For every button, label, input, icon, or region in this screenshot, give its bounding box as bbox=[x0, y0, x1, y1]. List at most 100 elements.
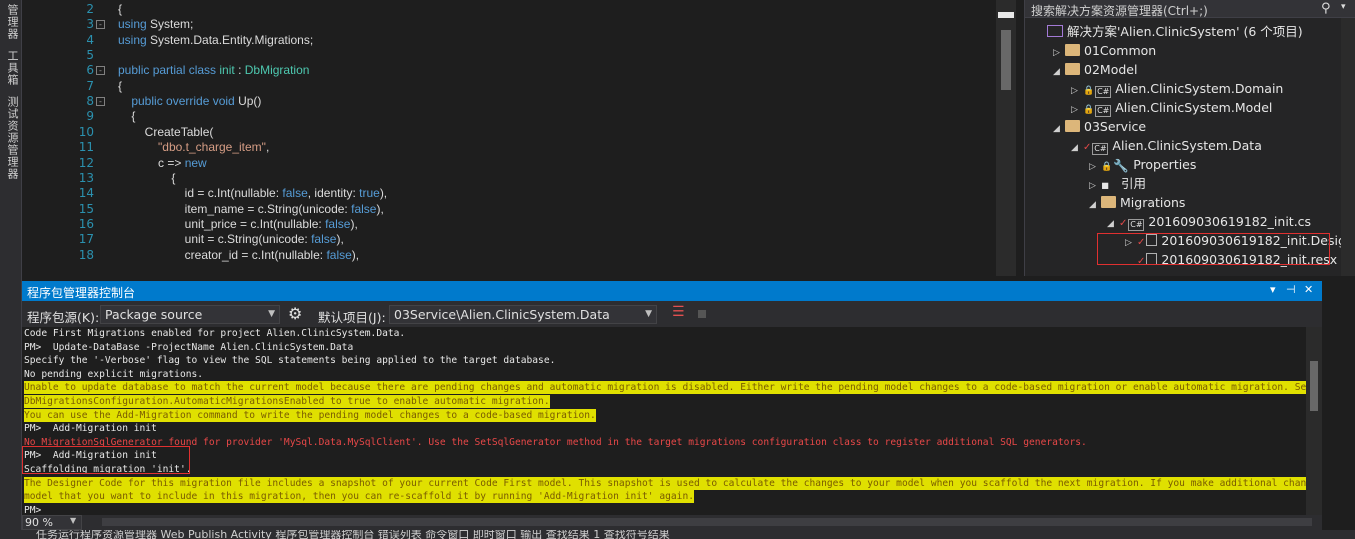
code-token: public override void bbox=[118, 94, 239, 109]
collapse-arrow-icon[interactable]: ◢ bbox=[1089, 196, 1101, 215]
code-editor[interactable]: 2{3- using System; 4 using System.Data.Enti… bbox=[22, 0, 1022, 276]
clear-console-icon[interactable]: ☰ bbox=[672, 304, 685, 320]
close-icon[interactable]: ✕ bbox=[1304, 283, 1313, 296]
tree-node[interactable]: ◢ 03Service bbox=[1053, 117, 1146, 136]
tree-node[interactable]: ▷ 01Common bbox=[1053, 41, 1156, 60]
line-number: 2 bbox=[86, 2, 94, 16]
fold-toggle-icon[interactable]: - bbox=[96, 97, 105, 107]
collapse-arrow-icon[interactable]: ◢ bbox=[1053, 63, 1065, 82]
code-line[interactable]: 17 unit = c.String(unicode: false), bbox=[22, 232, 997, 247]
line-number: 14 bbox=[78, 186, 94, 201]
fold-toggle-icon[interactable]: - bbox=[96, 66, 105, 76]
tree-node[interactable]: ▷ 🔒🔧 Properties bbox=[1089, 155, 1196, 174]
code-line[interactable]: 13 { bbox=[22, 171, 997, 186]
gear-icon[interactable]: ⚙ bbox=[288, 304, 302, 323]
default-project-select[interactable]: 03Service\Alien.ClinicSystem.Data ▼ bbox=[389, 305, 657, 324]
highlight-box bbox=[1097, 233, 1330, 265]
code-line[interactable]: 18 creator_id = c.Int(nullable: false), bbox=[22, 248, 997, 263]
code-line[interactable]: 16 unit_price = c.Int(nullable: false), bbox=[22, 217, 997, 232]
search-icon[interactable]: ⚲ bbox=[1321, 1, 1331, 16]
console-vertical-scrollbar[interactable] bbox=[1306, 327, 1322, 515]
code-text: unit_price = c.Int(nullable: false), bbox=[118, 217, 358, 232]
console-warning-line: model that you want to include in this m… bbox=[24, 490, 695, 504]
tab-server-manager[interactable]: 管理器 bbox=[2, 4, 20, 40]
checked-out-icon: ✓ bbox=[1083, 142, 1092, 153]
folder-icon bbox=[1065, 44, 1080, 56]
tree-node[interactable]: ◢ Migrations bbox=[1089, 193, 1185, 212]
chevron-down-icon[interactable]: ▼ bbox=[70, 516, 76, 525]
line-number: 11 bbox=[78, 140, 94, 155]
code-line[interactable]: 12 c => new bbox=[22, 156, 997, 171]
collapse-arrow-icon[interactable]: ◢ bbox=[1107, 215, 1119, 234]
tree-node-label: 解决方案'Alien.ClinicSystem' (6 个项目) bbox=[1067, 24, 1303, 39]
window-menu-icon[interactable]: ▾ bbox=[1270, 283, 1276, 296]
tree-node[interactable]: ▷ 🔒 C# Alien.ClinicSystem.Model bbox=[1071, 98, 1272, 117]
tab-toolbox[interactable]: 工具箱 bbox=[2, 50, 20, 86]
code-line[interactable]: 10 CreateTable( bbox=[22, 125, 997, 140]
console-line: PM> Update-DataBase -ProjectName Alien.C… bbox=[24, 341, 354, 353]
code-line[interactable]: 15 item_name = c.String(unicode: false), bbox=[22, 202, 997, 217]
tree-node[interactable]: ◢ 02Model bbox=[1053, 60, 1137, 79]
left-tool-strip: 管理器 工具箱 测试资源管理器 bbox=[0, 0, 22, 530]
editor-scroll-thumb[interactable] bbox=[1001, 30, 1011, 90]
tree-node[interactable]: ◢ ✓ C# 201609030619182_init.cs bbox=[1107, 212, 1311, 231]
code-line[interactable]: 11 "dbo.t_charge_item", bbox=[22, 140, 997, 155]
code-text: using System.Data.Entity.Migrations; bbox=[118, 33, 313, 48]
code-text: c => new bbox=[118, 156, 207, 171]
tree-node[interactable]: 解决方案'Alien.ClinicSystem' (6 个项目) bbox=[1035, 22, 1303, 41]
pmc-title: 程序包管理器控制台 bbox=[27, 286, 136, 300]
code-line[interactable]: 9 { bbox=[22, 109, 997, 124]
line-number: 13 bbox=[78, 170, 94, 185]
bottom-tool-tabs: 任务运行程序资源管理器 Web Publish Activity 程序包管理器控… bbox=[0, 530, 1355, 539]
solution-vertical-scrollbar[interactable] bbox=[1341, 18, 1355, 276]
code-line[interactable]: 4 using System.Data.Entity.Migrations; bbox=[22, 33, 997, 48]
editor-vertical-scrollbar[interactable] bbox=[996, 0, 1016, 276]
highlight-box bbox=[22, 446, 190, 474]
code-line[interactable]: 5 bbox=[22, 48, 997, 63]
line-number: 16 bbox=[78, 216, 94, 231]
console-line: PM> bbox=[24, 504, 42, 515]
fold-toggle-icon[interactable]: - bbox=[96, 20, 105, 30]
line-number: 4 bbox=[86, 32, 94, 47]
collapse-arrow-icon[interactable]: ◢ bbox=[1071, 139, 1083, 158]
console-horizontal-scrollbar[interactable] bbox=[102, 518, 1312, 526]
lock-icon: 🔒 bbox=[1101, 162, 1113, 172]
chevron-down-icon[interactable]: ▾ bbox=[1341, 2, 1346, 12]
collapse-arrow-icon[interactable]: ◢ bbox=[1053, 120, 1065, 139]
code-line[interactable]: 8- public override void Up() bbox=[22, 94, 997, 109]
code-line[interactable]: 7{ bbox=[22, 79, 997, 94]
code-text: unit = c.String(unicode: false), bbox=[118, 232, 344, 247]
pin-icon[interactable]: ⊣ bbox=[1286, 283, 1296, 296]
console-output[interactable]: Code First Migrations enabled for projec… bbox=[22, 327, 1322, 515]
code-token: init bbox=[219, 63, 235, 78]
tree-node[interactable]: ◢ ✓ C# Alien.ClinicSystem.Data bbox=[1071, 136, 1262, 155]
tree-node[interactable]: ▷ ▪ 引用 bbox=[1089, 174, 1146, 193]
code-token: CreateTable( bbox=[118, 124, 214, 139]
solution-search-input[interactable]: 搜索解决方案资源管理器(Ctrl+;) bbox=[1031, 2, 1208, 19]
line-number: 5 bbox=[86, 48, 94, 63]
code-token: { bbox=[118, 78, 123, 93]
tree-node-label: Migrations bbox=[1120, 195, 1186, 210]
package-source-select[interactable]: Package source ▼ bbox=[100, 305, 280, 324]
code-token: DbMigration bbox=[244, 63, 310, 78]
tab-test-explorer[interactable]: 测试资源管理器 bbox=[2, 96, 20, 180]
code-token: false bbox=[351, 201, 377, 216]
code-line[interactable]: 6- public partial class init : DbMigratio… bbox=[22, 63, 997, 78]
line-number: 7 bbox=[86, 78, 94, 93]
tree-node[interactable]: ▷ 🔒 C# Alien.ClinicSystem.Domain bbox=[1071, 79, 1283, 98]
console-line: Specify the '-Verbose' flag to view the … bbox=[24, 355, 556, 367]
solution-search-box[interactable]: 搜索解决方案资源管理器(Ctrl+;) ⚲ ▾ bbox=[1025, 0, 1355, 18]
code-line[interactable]: 2{ bbox=[22, 2, 997, 17]
tree-node-label: 01Common bbox=[1084, 43, 1157, 58]
bottom-tabs-labels[interactable]: 任务运行程序资源管理器 Web Publish Activity 程序包管理器控… bbox=[36, 530, 670, 539]
console-scroll-thumb[interactable] bbox=[1310, 361, 1318, 411]
code-text: public override void Up() bbox=[118, 94, 261, 109]
csharp-project-icon: C# bbox=[1128, 219, 1145, 231]
code-line[interactable]: 3- using System; bbox=[22, 17, 997, 32]
default-project-value: 03Service\Alien.ClinicSystem.Data bbox=[394, 307, 610, 322]
lock-icon: 🔒 bbox=[1083, 86, 1095, 96]
stop-icon[interactable] bbox=[698, 310, 706, 318]
code-token: "dbo.t_charge_item" bbox=[158, 140, 266, 155]
code-line[interactable]: 14 id = c.Int(nullable: false, identity:… bbox=[22, 186, 997, 201]
code-token: ), bbox=[350, 216, 358, 231]
